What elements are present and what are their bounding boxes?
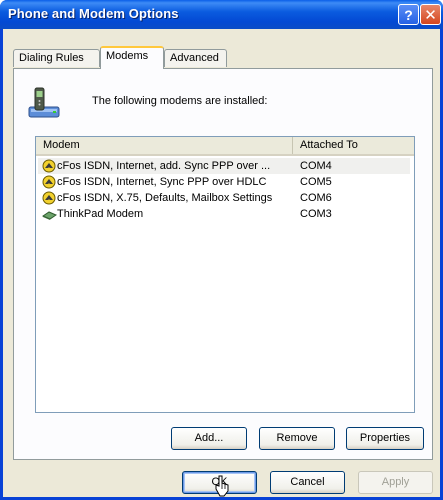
column-header-attached-to[interactable]: Attached To	[293, 137, 414, 154]
modems-tab-panel: The following modems are installed: Mode…	[13, 68, 433, 460]
close-icon: ✕	[424, 6, 437, 24]
properties-button[interactable]: Properties	[346, 427, 424, 450]
isdn-modem-icon	[42, 159, 56, 173]
close-button[interactable]: ✕	[420, 4, 441, 25]
tab-modems[interactable]: Modems	[100, 46, 164, 69]
modem-name: cFos ISDN, X.75, Defaults, Mailbox Setti…	[57, 192, 273, 204]
list-item[interactable]: ThinkPad Modem COM3	[38, 206, 410, 222]
modem-name: ThinkPad Modem	[57, 208, 144, 220]
help-button[interactable]: ?	[398, 4, 419, 25]
apply-button[interactable]: Apply	[358, 471, 433, 494]
add-button[interactable]: Add...	[171, 427, 247, 450]
modem-port: COM5	[300, 176, 332, 188]
list-item[interactable]: cFos ISDN, Internet, add. Sync PPP over …	[38, 158, 410, 174]
help-icon: ?	[404, 6, 413, 23]
isdn-modem-icon	[42, 175, 56, 189]
tab-advanced[interactable]: Advanced	[164, 49, 227, 67]
modem-name: cFos ISDN, Internet, add. Sync PPP over …	[57, 160, 271, 172]
tab-dialing-rules[interactable]: Dialing Rules	[13, 49, 100, 67]
intro-text: The following modems are installed:	[92, 95, 268, 107]
modem-port: COM3	[300, 208, 332, 220]
mouse-cursor-icon	[215, 475, 229, 497]
modem-port: COM4	[300, 160, 332, 172]
modem-icon	[42, 211, 57, 220]
list-item[interactable]: cFos ISDN, Internet, Sync PPP over HDLC …	[38, 174, 410, 190]
window-title: Phone and Modem Options	[8, 6, 179, 21]
title-bar[interactable]: Phone and Modem Options ? ✕	[0, 0, 443, 29]
cancel-button[interactable]: Cancel	[270, 471, 345, 494]
modems-list[interactable]: Modem Attached To cFos ISDN, Internet, a…	[35, 136, 415, 413]
isdn-modem-icon	[42, 191, 56, 205]
list-item[interactable]: cFos ISDN, X.75, Defaults, Mailbox Setti…	[38, 190, 410, 206]
column-header-modem[interactable]: Modem	[36, 137, 293, 154]
dialog-window: Phone and Modem Options ? ✕ Dialing Rule…	[0, 0, 443, 500]
modem-name: cFos ISDN, Internet, Sync PPP over HDLC	[57, 176, 267, 188]
list-header: Modem Attached To	[36, 137, 414, 156]
modem-port: COM6	[300, 192, 332, 204]
phone-modem-icon	[28, 87, 60, 118]
remove-button[interactable]: Remove	[259, 427, 335, 450]
